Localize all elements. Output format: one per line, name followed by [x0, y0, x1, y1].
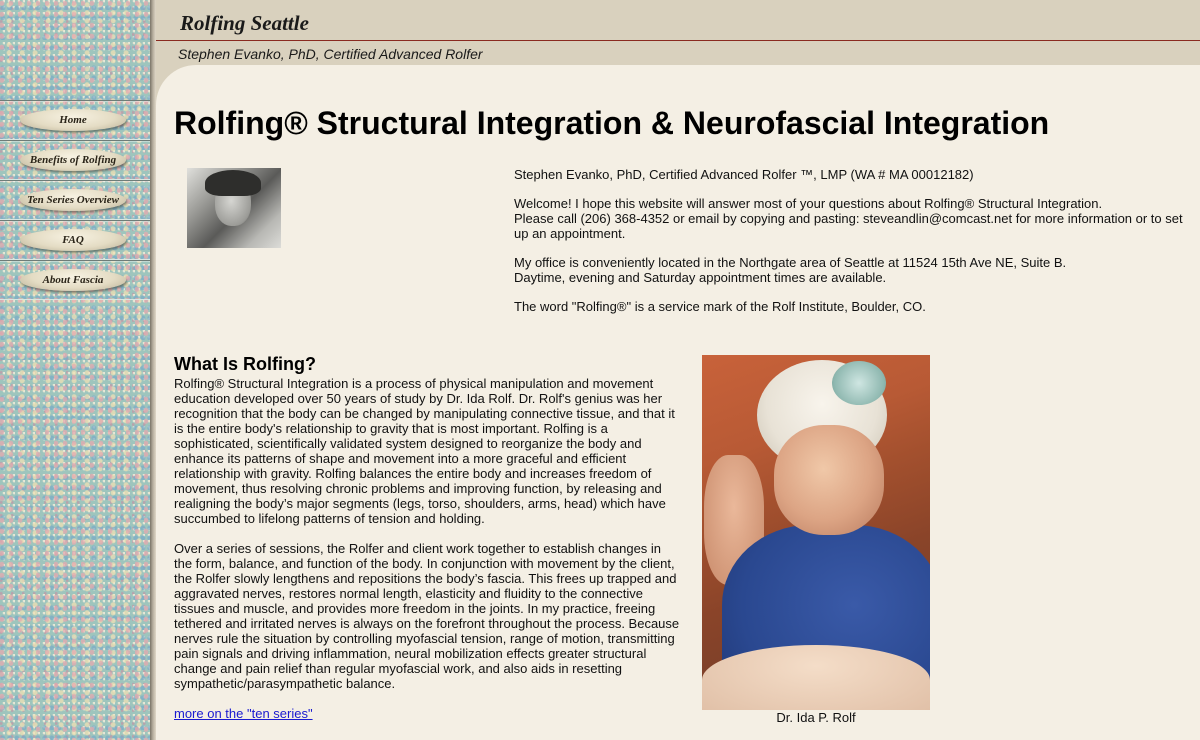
location-text: My office is conveniently located in the…: [514, 255, 1067, 270]
welcome-paragraph: Welcome! I hope this website will answer…: [514, 196, 1189, 241]
ten-series-link[interactable]: more on the "ten series": [174, 706, 313, 721]
more-link-paragraph: more on the "ten series": [174, 706, 682, 721]
nav-row-benefits: Benefits of Rolfing: [0, 140, 150, 180]
page-title: Rolfing® Structural Integration & Neurof…: [174, 105, 1050, 141]
what-is-rolfing-body: Rolfing® Structural Integration is a pro…: [174, 376, 682, 736]
what-is-rolfing-heading: What Is Rolfing?: [174, 354, 316, 374]
photo-caption: Dr. Ida P. Rolf: [776, 710, 856, 725]
stephen-evanko-photo: [187, 168, 281, 248]
nav-faq-button[interactable]: FAQ: [20, 229, 126, 251]
sidebar-divider: [150, 0, 156, 740]
nav-row-home: Home: [0, 100, 150, 140]
site-subtitle: Stephen Evanko, PhD, Certified Advanced …: [178, 46, 483, 62]
contact-text: Please call (206) 368-4352 or email by c…: [514, 211, 1183, 241]
sidebar: Home Benefits of Rolfing Ten Series Over…: [0, 0, 150, 740]
nav-row-faq: FAQ: [0, 220, 150, 260]
body-paragraph-2: Over a series of sessions, the Rolfer an…: [174, 541, 680, 691]
site-header: Rolfing Seattle: [156, 0, 1200, 41]
nav-benefits-button[interactable]: Benefits of Rolfing: [20, 149, 126, 171]
nav-fascia-button[interactable]: About Fascia: [20, 269, 126, 291]
site-title: Rolfing Seattle: [180, 11, 309, 35]
hours-text: Daytime, evening and Saturday appointmen…: [514, 270, 887, 285]
nav-ten-series-button[interactable]: Ten Series Overview: [20, 189, 126, 211]
site-subheader: Stephen Evanko, PhD, Certified Advanced …: [156, 41, 1200, 65]
location-paragraph: My office is conveniently located in the…: [514, 255, 1189, 285]
credentials-text: Stephen Evanko, PhD, Certified Advanced …: [514, 167, 974, 182]
trademark-text: The word "Rolfing®" is a service mark of…: [514, 299, 926, 314]
body-paragraph-1: Rolfing® Structural Integration is a pro…: [174, 376, 675, 526]
nav-home-button[interactable]: Home: [20, 109, 126, 131]
intro-section: Stephen Evanko, PhD, Certified Advanced …: [514, 167, 1189, 328]
content-corner: [156, 65, 196, 105]
ida-rolf-photo: [702, 355, 930, 710]
nav-row-ten-series: Ten Series Overview: [0, 180, 150, 220]
welcome-text: Welcome! I hope this website will answer…: [514, 196, 1103, 211]
nav-row-fascia: About Fascia: [0, 260, 150, 300]
